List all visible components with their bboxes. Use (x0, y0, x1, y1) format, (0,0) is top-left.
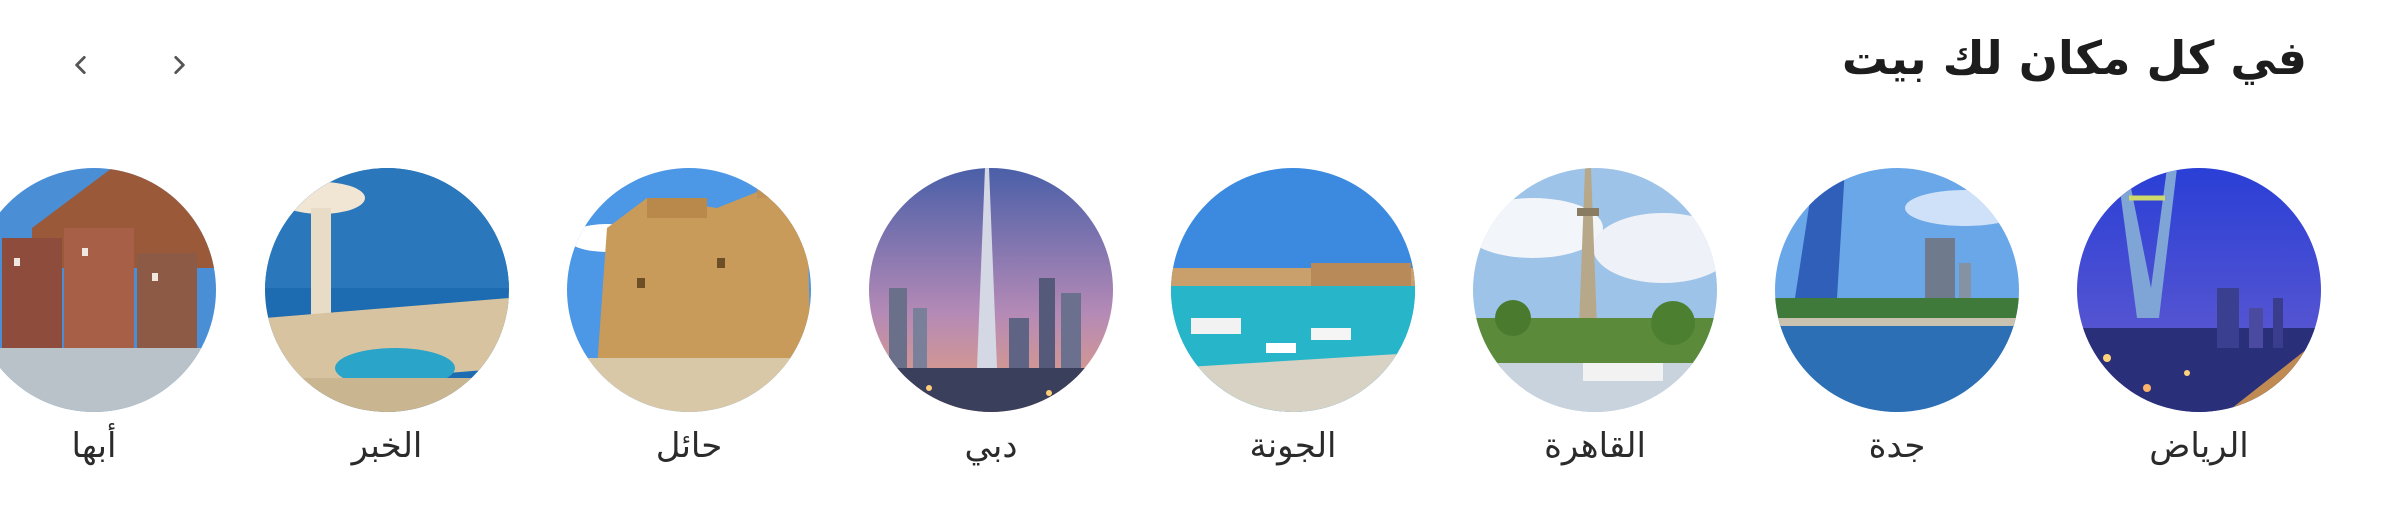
section-title: في كل مكان لك بيت (1841, 31, 2307, 85)
city-image-abha (0, 168, 216, 412)
city-image-el-gouna (1171, 168, 1415, 412)
city-label-abha: أبها (71, 426, 117, 466)
city-label-jeddah: جدة (1868, 426, 1926, 466)
city-label-hail: حائل (655, 426, 723, 466)
city-image-khobar (265, 168, 509, 412)
city-card-hail[interactable]: حائل (567, 158, 811, 478)
city-card-el-gouna[interactable]: الجونة (1171, 158, 1415, 478)
city-label-dubai: دبي (964, 426, 1018, 466)
city-image-riyadh (2077, 168, 2321, 412)
city-label-el-gouna: الجونة (1249, 426, 1337, 466)
city-card-jeddah[interactable]: جدة (1775, 158, 2019, 478)
city-card-khobar[interactable]: الخبر (265, 158, 509, 478)
carousel-prev-button[interactable] (56, 40, 106, 90)
carousel-next-button[interactable] (154, 40, 204, 90)
chevron-left-icon (75, 56, 86, 74)
city-label-khobar: الخبر (351, 426, 423, 466)
city-label-cairo: القاهرة (1544, 426, 1646, 466)
city-card-abha[interactable]: أبها (0, 158, 216, 478)
city-image-cairo (1473, 168, 1717, 412)
city-image-dubai (869, 168, 1113, 412)
city-card-riyadh[interactable]: الرياض (2077, 158, 2321, 478)
city-image-hail (567, 168, 811, 412)
chevron-right-icon (174, 56, 185, 74)
city-label-riyadh: الرياض (2149, 426, 2249, 466)
city-card-cairo[interactable]: القاهرة (1473, 158, 1717, 478)
city-image-jeddah (1775, 168, 2019, 412)
city-card-dubai[interactable]: دبي (869, 158, 1113, 478)
destinations-section: في كل مكان لك بيت الرياض جدة القاهرة الج… (0, 0, 2388, 511)
